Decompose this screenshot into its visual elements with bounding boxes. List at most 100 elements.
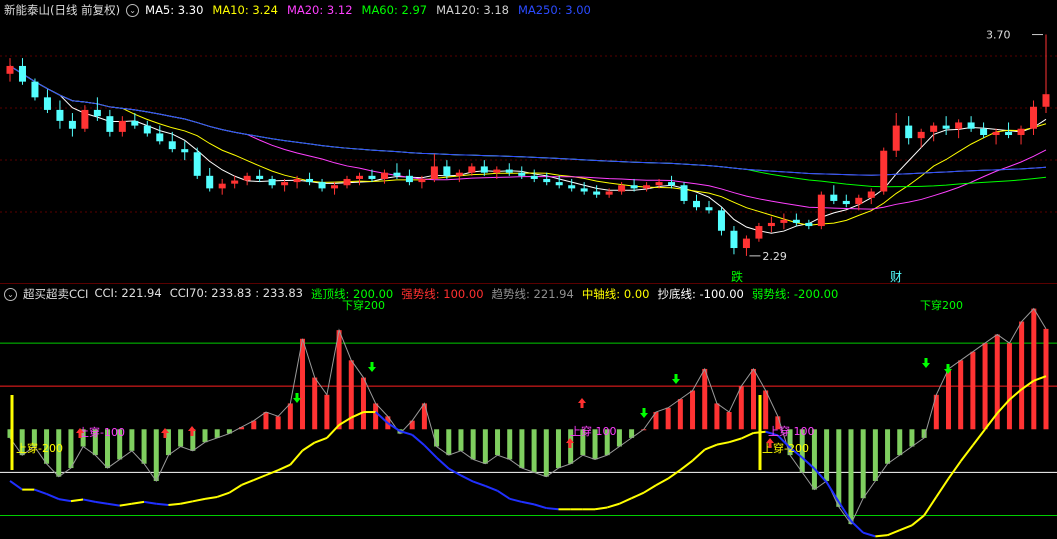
candle-body xyxy=(755,226,763,239)
event-finance-marker: 财 xyxy=(890,270,902,284)
candle-body xyxy=(967,122,975,129)
candle-body xyxy=(405,175,413,183)
cci-bar xyxy=(750,368,756,430)
cci-bar xyxy=(178,429,184,447)
candle-body xyxy=(68,120,76,129)
signal-label: 上穿 100 xyxy=(768,424,815,438)
candle-body xyxy=(231,180,239,184)
cci-bar xyxy=(848,429,854,525)
candle-body xyxy=(530,175,538,179)
high-price-label: 3.70 xyxy=(986,29,1011,42)
cci-bar xyxy=(860,429,866,499)
cci70-line xyxy=(509,497,523,503)
ma-line-20 xyxy=(9,65,1047,210)
cci-bar xyxy=(970,351,976,430)
candle-body xyxy=(293,178,301,183)
cci-bar xyxy=(312,377,318,430)
cci70-line xyxy=(435,456,450,470)
cci-bar xyxy=(1019,321,1025,430)
stock-chart[interactable]: 3.702.29跌 财上穿-200上穿-100 上穿 100 上穿 100上穿-200… xyxy=(0,0,1057,539)
candle-body xyxy=(680,185,688,201)
candle-body xyxy=(256,175,264,179)
candle-body xyxy=(106,116,114,132)
candle-body xyxy=(505,169,513,173)
candle-body xyxy=(955,122,963,129)
candle-body xyxy=(43,97,51,110)
candle-body xyxy=(493,169,501,173)
cci-bar xyxy=(68,429,74,469)
candle-body xyxy=(343,178,351,186)
cci70-line xyxy=(180,500,194,505)
cci-bar xyxy=(982,343,988,430)
cci-bar xyxy=(763,390,769,430)
cci70-line xyxy=(301,441,316,452)
event-fall-marker: 跌 xyxy=(731,269,743,284)
candle-body xyxy=(568,185,576,189)
ma-line-120 xyxy=(9,65,1047,176)
candle-body xyxy=(268,178,276,186)
candle-body xyxy=(605,191,613,195)
cci70-line xyxy=(691,448,706,462)
cci-bar xyxy=(129,429,135,451)
candle-body xyxy=(318,182,326,189)
cci-bar xyxy=(287,403,293,430)
arrow-down-icon xyxy=(293,393,301,403)
cci-bar xyxy=(458,429,464,451)
candle-body xyxy=(780,219,788,223)
candle-body xyxy=(118,120,126,132)
cci70-line xyxy=(679,459,694,471)
candle-body xyxy=(331,185,339,189)
cci70-line xyxy=(546,507,559,511)
arrow-up-icon xyxy=(578,398,586,408)
cci-bar xyxy=(336,330,342,430)
cci-bar xyxy=(665,407,671,430)
candle-body xyxy=(380,172,388,179)
cci70-line xyxy=(9,480,23,491)
cci70-line xyxy=(947,460,962,480)
cci-bar xyxy=(811,429,817,490)
cci-bar xyxy=(945,368,951,430)
cci-bar xyxy=(324,394,330,430)
cci70-line xyxy=(204,495,218,500)
candle-body xyxy=(1042,94,1050,107)
cci70-line xyxy=(460,474,474,483)
cci-bar xyxy=(470,429,476,460)
cci-bar xyxy=(507,429,513,460)
cci-bar xyxy=(214,429,220,438)
cci70-line xyxy=(887,529,901,537)
candle-body xyxy=(1030,106,1038,129)
candle-body xyxy=(355,175,363,179)
cci70-line xyxy=(850,520,864,534)
candle-body xyxy=(643,185,651,189)
candle-body xyxy=(792,219,800,223)
cci-bar xyxy=(677,399,683,430)
candle-body xyxy=(805,222,813,227)
candle-body xyxy=(1017,128,1025,136)
cci70-line xyxy=(935,477,950,498)
candle-body xyxy=(206,175,214,189)
cci70-line xyxy=(959,444,974,462)
cci70-line xyxy=(923,496,938,517)
cci-bar xyxy=(690,390,696,430)
cci-bar xyxy=(1031,308,1037,430)
cci-bar xyxy=(165,429,171,456)
candle-body xyxy=(717,210,725,231)
candle-body xyxy=(81,109,89,129)
cci70-line xyxy=(156,502,169,506)
candle-body xyxy=(480,166,488,173)
cci70-line xyxy=(521,500,535,506)
cci70-line xyxy=(277,463,291,472)
cci-line xyxy=(9,307,1047,526)
cci70-line xyxy=(533,503,547,510)
cci-bar xyxy=(958,360,964,430)
cci70-line xyxy=(496,489,511,500)
candle-body xyxy=(767,222,775,227)
candle-body xyxy=(817,194,825,227)
candle-body xyxy=(6,65,14,74)
cci70-line xyxy=(119,502,133,507)
cci-bar xyxy=(421,403,427,430)
cci70-line xyxy=(82,498,96,503)
cci70-line xyxy=(192,497,206,503)
cci70-line xyxy=(253,474,267,481)
candle-body xyxy=(992,131,1000,136)
